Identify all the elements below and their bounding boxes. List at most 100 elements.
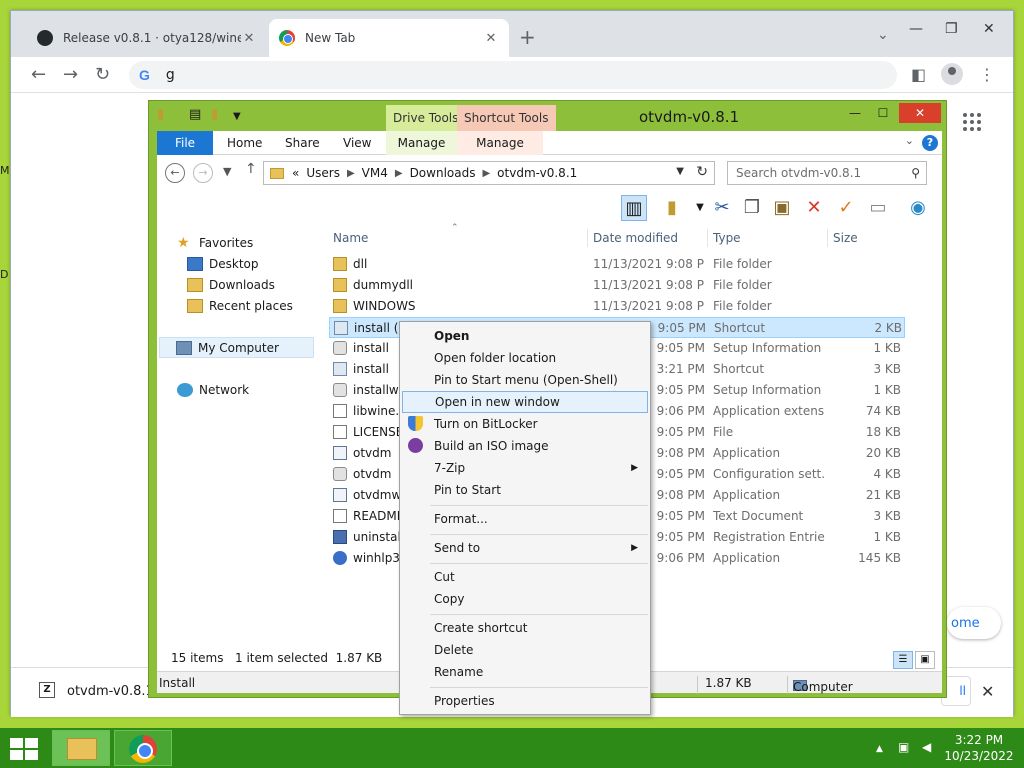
tab-share[interactable]: Share [275,131,330,155]
menu-item-delete[interactable]: Delete [402,639,648,661]
cut-icon[interactable]: ✂ [709,195,735,221]
nav-favorites[interactable]: ★ Favorites [177,235,253,251]
up-arrow-icon[interactable]: ↑ [245,161,257,177]
maximize-button[interactable]: ❐ [945,21,958,37]
tab-manage-shortcut[interactable]: Manage [457,131,543,155]
breadcrumb-separator-icon[interactable]: ▶ [347,168,355,179]
nav-my-computer[interactable]: My Computer [159,337,314,358]
delete-icon[interactable]: ✕ [801,195,827,221]
explorer-close-button[interactable]: ✕ [899,103,941,123]
paste-icon[interactable]: ▣ [769,195,795,221]
forward-arrow-icon[interactable]: → [193,163,213,183]
menu-kebab-icon[interactable]: ⋮ [979,65,995,84]
nav-desktop[interactable]: Desktop [187,257,259,271]
large-icons-view-icon[interactable]: ▣ [915,651,935,669]
reload-icon[interactable]: ↻ [95,64,110,85]
check-icon[interactable]: ✓ [833,195,859,221]
tab-release[interactable]: Release v0.8.1 · otya128/winevdm ✕ [27,19,267,57]
menu-item-build-iso[interactable]: Build an ISO image [402,435,648,457]
menu-item-open-in-new-window[interactable]: Open in new window [402,391,648,413]
nav-recent-places[interactable]: Recent places [187,299,293,313]
breadcrumb-separator-icon[interactable]: ▶ [395,168,403,179]
menu-item-properties[interactable]: Properties [402,690,648,712]
menu-item-7zip[interactable]: 7-Zip ▶ [402,457,648,479]
side-panel-icon[interactable]: ◧ [911,65,926,84]
tab-home[interactable]: Home [217,131,272,155]
address-dropdown-icon[interactable]: ▼ [676,166,684,177]
shortcut-tools-tab[interactable]: Shortcut Tools [457,105,556,131]
up-chevron-icon[interactable]: ▲ [876,744,883,754]
column-header-date[interactable]: Date modified [593,231,678,245]
nav-downloads[interactable]: Downloads [187,278,275,292]
explorer-titlebar[interactable]: ▮ ▤ ▮ ▼ Drive Tools Shortcut Tools otvdm… [149,101,946,131]
back-arrow-icon[interactable]: ← [165,163,185,183]
menu-item-format[interactable]: Format... [402,508,648,530]
tab-manage-drive[interactable]: Manage [386,131,457,155]
breadcrumb-current[interactable]: otvdm-v0.8.1 [497,166,577,180]
search-input[interactable]: Search otvdm-v0.8.1 ⚲ [727,161,927,185]
start-windows-icon[interactable] [10,738,38,760]
refresh-icon[interactable]: ↻ [696,164,708,180]
menu-item-open[interactable]: Open [402,325,648,347]
back-arrow-icon[interactable]: ← [31,64,46,85]
properties-icon[interactable]: ▮ [659,195,685,221]
column-divider[interactable] [587,229,588,247]
menu-item-pin-to-start-menu[interactable]: Pin to Start menu (Open-Shell) [402,369,648,391]
omnibox[interactable]: G g [129,61,897,89]
tab-search-chevron-icon[interactable]: ⌄ [877,27,889,43]
menu-item-copy[interactable]: Copy [402,588,648,610]
menu-item-send-to[interactable]: Send to ▶ [402,537,648,559]
tab-view[interactable]: View [333,131,381,155]
help-icon[interactable]: ? [922,135,938,151]
breadcrumb-prefix[interactable]: « [292,166,299,180]
taskbar-file-explorer[interactable] [52,730,110,766]
file-row[interactable]: dll 11/13/2021 9:08 PM File folder [329,254,905,275]
breadcrumb-vm4[interactable]: VM4 [362,166,388,180]
drive-tools-tab[interactable]: Drive Tools [386,105,466,131]
breadcrumb-downloads[interactable]: Downloads [410,166,476,180]
menu-item-create-shortcut[interactable]: Create shortcut [402,617,648,639]
menu-item-pin-to-start[interactable]: Pin to Start [402,479,648,501]
forward-arrow-icon[interactable]: → [63,64,78,85]
clock[interactable]: 3:22 PM 10/23/2022 [944,732,1014,764]
breadcrumb-users[interactable]: Users [306,166,340,180]
google-apps-icon[interactable] [963,113,981,131]
minimize-button[interactable]: — [909,21,923,37]
copy-icon[interactable]: ❐ [739,195,765,221]
menu-item-rename[interactable]: Rename [402,661,648,683]
download-bar-close-icon[interactable]: ✕ [981,682,994,701]
tab-file[interactable]: File [157,131,213,155]
taskbar-chrome[interactable] [114,730,172,766]
address-bar[interactable]: « Users ▶ VM4 ▶ Downloads ▶ otvdm-v0.8.1… [263,161,715,185]
details-view-icon[interactable]: ☰ [893,651,913,669]
column-header-type[interactable]: Type [713,231,741,245]
quick-access-dropdown-icon[interactable]: ▼ [233,111,241,122]
menu-item-cut[interactable]: Cut [402,566,648,588]
globe-icon[interactable]: ◉ [905,195,931,221]
recent-locations-chevron-icon[interactable]: ▼ [223,165,231,178]
rename-icon[interactable]: ▭ [865,195,891,221]
column-divider[interactable] [827,229,828,247]
close-button[interactable]: ✕ [983,21,995,37]
tab-new-tab[interactable]: New Tab ✕ [269,19,509,57]
customize-home-button[interactable]: ome [947,607,1001,639]
tab-close-icon[interactable]: ✕ [483,31,499,46]
column-divider[interactable] [707,229,708,247]
volume-icon[interactable]: ◀ [922,740,931,754]
ribbon-expand-chevron-icon[interactable]: ⌄ [905,134,914,147]
file-row[interactable]: WINDOWS 11/13/2021 9:08 PM File folder [329,296,905,317]
file-row[interactable]: dummydll 11/13/2021 9:08 PM File folder [329,275,905,296]
column-header-size[interactable]: Size [833,231,858,245]
explorer-maximize-button[interactable]: ☐ [871,103,895,123]
column-header-name[interactable]: Name [333,231,368,245]
tab-close-icon[interactable]: ✕ [241,31,257,46]
omnibox-input[interactable]: g [166,67,175,83]
breadcrumb-separator-icon[interactable]: ▶ [482,168,490,179]
new-tab-button[interactable]: + [519,25,536,49]
explorer-minimize-button[interactable]: — [843,103,867,123]
menu-item-turn-on-bitlocker[interactable]: Turn on BitLocker [402,413,648,435]
profile-avatar[interactable] [941,63,963,85]
new-folder-quick-icon[interactable]: ▮ [211,107,218,122]
menu-item-open-folder-location[interactable]: Open folder location [402,347,648,369]
properties-quick-icon[interactable]: ▤ [189,107,201,122]
